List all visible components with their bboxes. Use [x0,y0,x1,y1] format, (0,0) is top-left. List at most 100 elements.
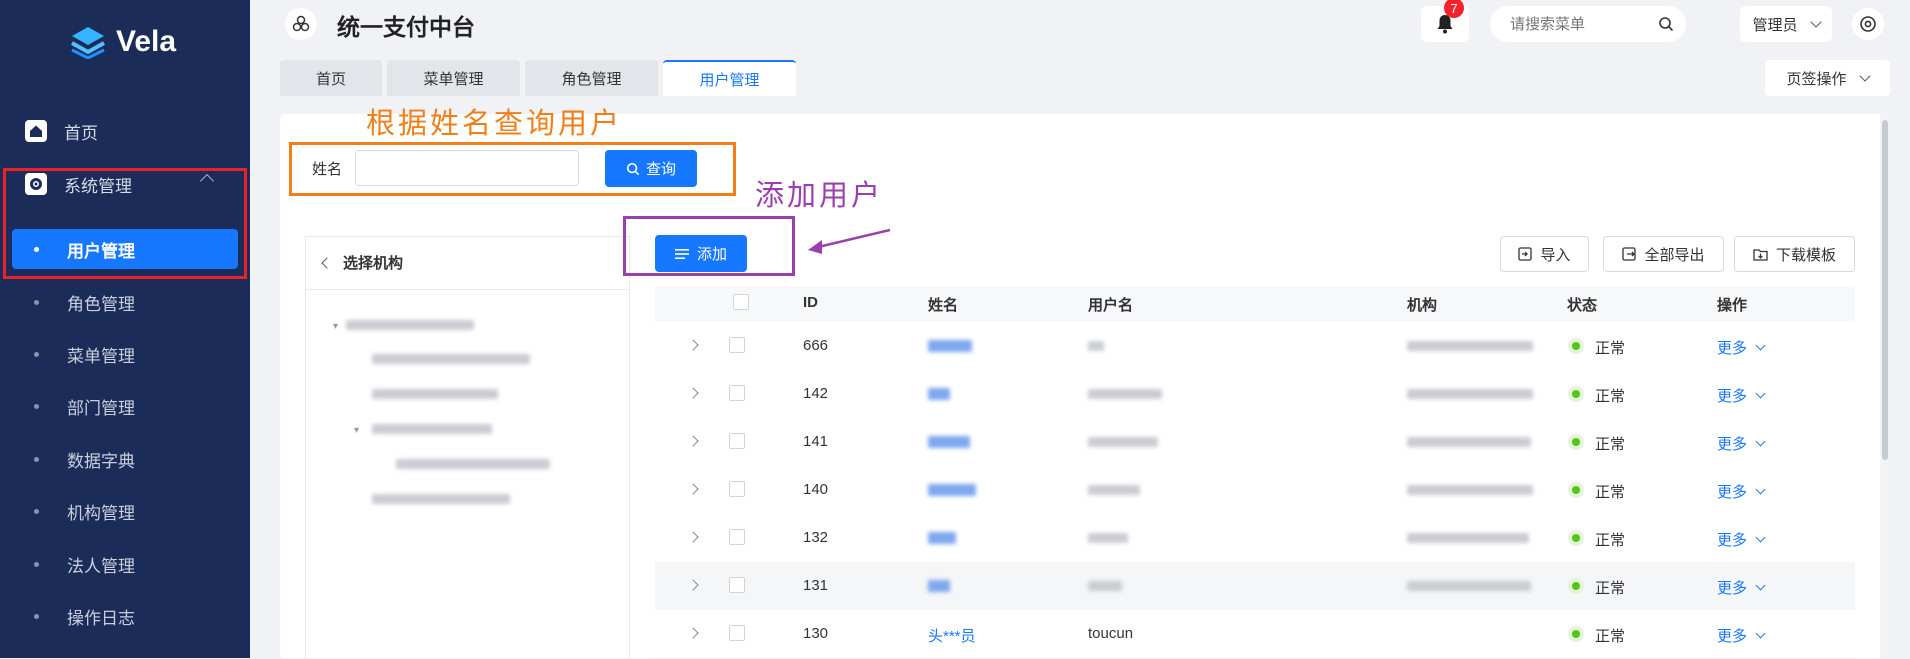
home-icon [24,119,48,143]
cell-name-blurred[interactable] [928,580,950,592]
more-actions-dropdown[interactable]: 更多 [1717,337,1766,358]
row-checkbox[interactable] [729,337,745,353]
menu-search[interactable] [1490,6,1686,42]
cell-name-blurred[interactable] [928,436,970,448]
org-panel-header[interactable]: 选择机构 [321,252,404,273]
cell-name-blurred[interactable] [928,484,976,496]
sidebar-item-data-dictionary[interactable]: 数据字典 [0,433,250,485]
select-all-checkbox[interactable] [733,294,749,310]
settings-button[interactable] [1852,8,1884,40]
table-row[interactable] [655,514,1855,563]
row-checkbox[interactable] [729,385,745,401]
chevron-down-icon [1809,16,1822,28]
table-row[interactable] [655,418,1855,467]
sidebar-item-legal-entity-management[interactable]: 法人管理 [0,538,250,590]
row-checkbox[interactable] [729,577,745,593]
row-checkbox[interactable] [729,481,745,497]
sidebar-item-org-management[interactable]: 机构管理 [0,485,250,537]
tree-node-blurred[interactable] [396,459,550,469]
sidebar-item-label: 操作日志 [67,608,135,628]
tab-home[interactable]: 首页 [280,60,382,96]
brand-name: Vela [116,25,177,58]
notification-badge: 7 [1444,0,1464,18]
chevron-down-icon [1755,580,1766,591]
sidebar-item-label: 菜单管理 [67,346,135,366]
table-row[interactable] [655,322,1855,371]
table-row[interactable] [655,610,1855,659]
user-menu[interactable]: 管理员 [1740,6,1832,42]
search-input[interactable] [1508,14,1652,34]
export-all-button[interactable]: 全部导出 [1603,236,1724,272]
sidebar-item-label: 角色管理 [67,294,135,314]
cell-id: 140 [803,481,829,498]
tree-node-blurred[interactable] [372,354,530,364]
column-header-id[interactable]: ID [803,294,818,311]
tree-node-blurred[interactable] [346,320,474,330]
org-panel-title: 选择机构 [343,255,404,272]
row-checkbox[interactable] [729,529,745,545]
row-checkbox[interactable] [729,433,745,449]
cell-name-blurred[interactable] [928,532,956,544]
table-row[interactable] [655,370,1855,419]
more-label: 更多 [1717,580,1748,597]
tab-label: 角色管理 [561,70,622,88]
sidebar-item-department-management[interactable]: 部门管理 [0,380,250,432]
more-actions-dropdown[interactable]: 更多 [1717,625,1766,646]
tab-user-management[interactable]: 用户管理 [663,60,796,96]
chevron-down-icon [1858,70,1871,82]
cell-status: 正常 [1595,532,1626,549]
more-actions-dropdown[interactable]: 更多 [1717,481,1766,502]
cell-status: 正常 [1595,484,1626,501]
sidebar-item-role-management[interactable]: 角色管理 [0,276,250,328]
row-checkbox[interactable] [729,625,745,641]
add-user-button[interactable]: 添加 [655,235,747,272]
more-actions-dropdown[interactable]: 更多 [1717,577,1766,598]
annotation-arrow-icon [808,228,891,254]
scrollbar-track[interactable] [1880,114,1890,658]
chevron-down-icon [1755,628,1766,639]
cell-status: 正常 [1595,628,1626,645]
brand-logo[interactable]: Vela [70,22,176,62]
tab-actions-label: 页签操作 [1786,70,1847,88]
tree-caret-icon[interactable]: ▾ [354,425,359,436]
notification-button[interactable]: 7 [1421,0,1469,42]
import-button[interactable]: 导入 [1500,236,1589,272]
download-template-button[interactable]: 下载模板 [1734,236,1855,272]
cell-id: 131 [803,577,829,594]
more-actions-dropdown[interactable]: 更多 [1717,529,1766,550]
app-switcher-button[interactable] [285,8,317,40]
folder-icon [1753,248,1768,261]
more-label: 更多 [1717,340,1748,357]
cell-username-blurred [1088,341,1104,351]
scrollbar-thumb[interactable] [1882,120,1888,460]
more-label: 更多 [1717,388,1748,405]
cell-username: toucun [1088,625,1134,642]
table-row[interactable] [655,562,1855,611]
sidebar-item-menu-management[interactable]: 菜单管理 [0,328,250,380]
chevron-down-icon [1755,532,1766,543]
table-row[interactable] [655,466,1855,515]
sidebar-item-operation-log[interactable]: 操作日志 [0,590,250,642]
tree-node-blurred[interactable] [372,424,492,434]
column-header-status[interactable]: 状态 [1567,294,1597,315]
column-header-name[interactable]: 姓名 [928,294,958,315]
column-header-actions: 操作 [1717,297,1748,314]
tab-role-management[interactable]: 角色管理 [525,60,658,96]
column-header-org[interactable]: 机构 [1407,294,1437,315]
more-label: 更多 [1717,436,1748,453]
tab-menu-management[interactable]: 菜单管理 [387,60,520,96]
more-actions-dropdown[interactable]: 更多 [1717,433,1766,454]
tree-node-blurred[interactable] [372,494,510,504]
cell-name-link[interactable]: 头***员 [928,625,976,646]
cell-name-blurred[interactable] [928,340,972,352]
search-icon[interactable] [1658,16,1674,32]
column-header-username[interactable]: 用户名 [1088,294,1133,315]
tree-caret-icon[interactable]: ▾ [333,321,338,332]
more-actions-dropdown[interactable]: 更多 [1717,385,1766,406]
cell-id: 666 [803,337,829,354]
tab-actions-dropdown[interactable]: 页签操作 [1765,60,1890,96]
sidebar-item-home[interactable]: 首页 [0,105,250,157]
cell-name-blurred[interactable] [928,388,950,400]
cell-status: 正常 [1595,340,1626,357]
tree-node-blurred[interactable] [372,389,498,399]
